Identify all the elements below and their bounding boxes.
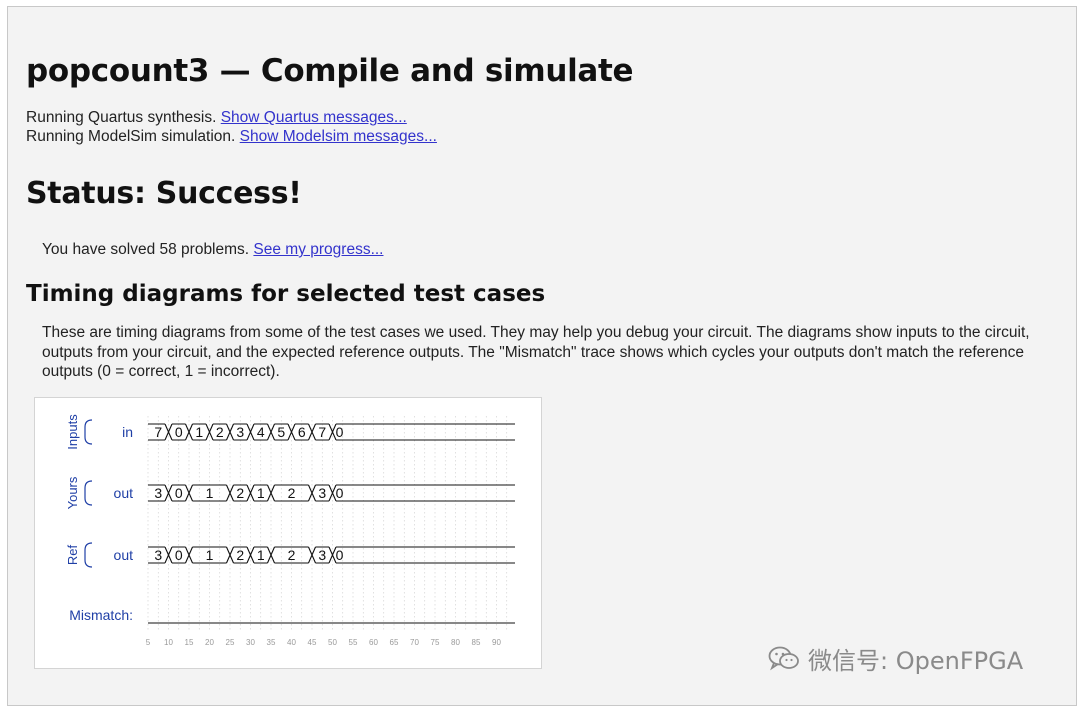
bus-value: 3 [318,485,326,501]
page-frame: popcount3 — Compile and simulate Running… [7,6,1077,706]
bus-value: 0 [336,485,344,501]
timing-description: These are timing diagrams from some of t… [42,324,1030,380]
bus-value: 6 [298,424,306,440]
time-tick-label: 65 [390,638,399,647]
watermark-text: 微信号: OpenFPGA [808,647,1024,675]
time-tick-label: 45 [308,638,317,647]
signal-name: in [122,424,133,440]
bus-value: 7 [318,424,326,440]
group-bracket [84,542,93,568]
see-progress-link[interactable]: See my progress... [253,241,383,258]
time-tick-label: 10 [164,638,173,647]
bus-value: 1 [257,485,265,501]
mismatch-label: Mismatch: [69,607,133,623]
bus-segment [336,423,515,441]
bus-value: 2 [236,547,244,563]
wechat-icon [768,646,799,670]
watermark: 微信号: OpenFPGA [768,641,1023,676]
time-tick-label: 35 [267,638,276,647]
bus-value: 1 [206,547,214,563]
bus-value: 7 [154,424,162,440]
bus-value: 1 [206,485,214,501]
show-modelsim-messages-link[interactable]: Show Modelsim messages... [240,128,437,145]
bus-value: 1 [257,547,265,563]
bus-value: 0 [175,547,183,563]
bus-value: 2 [216,424,224,440]
bus-value: 3 [154,547,162,563]
bus-value: 5 [277,424,285,440]
time-tick-label: 40 [287,638,296,647]
group-label: Inputs [65,414,80,450]
bus-value: 2 [288,485,296,501]
time-tick-label: 5 [146,638,151,647]
modelsim-status-text: Running ModelSim simulation. [26,128,236,145]
bus-value: 3 [318,547,326,563]
group-label: Ref [65,544,80,565]
group-bracket [84,419,93,445]
time-tick-label: 60 [369,638,378,647]
bus-value: 3 [236,424,244,440]
timing-diagram-svg: Inputs in 7 0 1 2 3 4 5 6 7 0Yours out 3 0 1 2 1 2 3 0Ref out… [65,414,515,647]
signal-name: out [114,547,134,563]
bus-value: 2 [288,547,296,563]
bus-value: 0 [336,547,344,563]
time-tick-label: 55 [349,638,358,647]
bus-segment [336,546,515,564]
timing-diagram: Inputs in 7 0 1 2 3 4 5 6 7 0 Yours out 3 0 1 2 1 2 3 0 Ref out… [34,397,542,669]
modelsim-status: Running ModelSim simulation. Show Models… [26,128,437,146]
time-tick-label: 70 [410,638,419,647]
timing-diagrams-heading: Timing diagrams for selected test cases [26,281,546,307]
group-label: Yours [65,476,80,509]
page-title: popcount3 — Compile and simulate [26,53,634,89]
time-tick-label: 25 [226,638,235,647]
group-bracket [84,480,93,506]
status-heading: Status: Success! [26,176,302,211]
bus-value: 2 [236,485,244,501]
bus-segment [336,484,515,502]
bus-value: 0 [175,424,183,440]
solved-summary: You have solved 58 problems. See my prog… [42,241,383,259]
time-tick-label: 85 [472,638,481,647]
time-tick-label: 15 [185,638,194,647]
quartus-status-text: Running Quartus synthesis. [26,109,217,126]
solved-count-text: You have solved 58 problems. [42,241,250,258]
bus-value: 3 [154,485,162,501]
signal-name: out [114,485,134,501]
bus-value: 1 [195,424,203,440]
bus-value: 4 [257,424,265,440]
bus-value: 0 [175,485,183,501]
show-quartus-messages-link[interactable]: Show Quartus messages... [221,109,407,126]
time-tick-label: 90 [492,638,501,647]
quartus-status: Running Quartus synthesis. Show Quartus … [26,109,407,127]
time-tick-label: 20 [205,638,214,647]
time-tick-label: 80 [451,638,460,647]
time-tick-label: 50 [328,638,337,647]
bus-value: 0 [336,424,344,440]
time-tick-label: 75 [431,638,440,647]
time-tick-label: 30 [246,638,255,647]
